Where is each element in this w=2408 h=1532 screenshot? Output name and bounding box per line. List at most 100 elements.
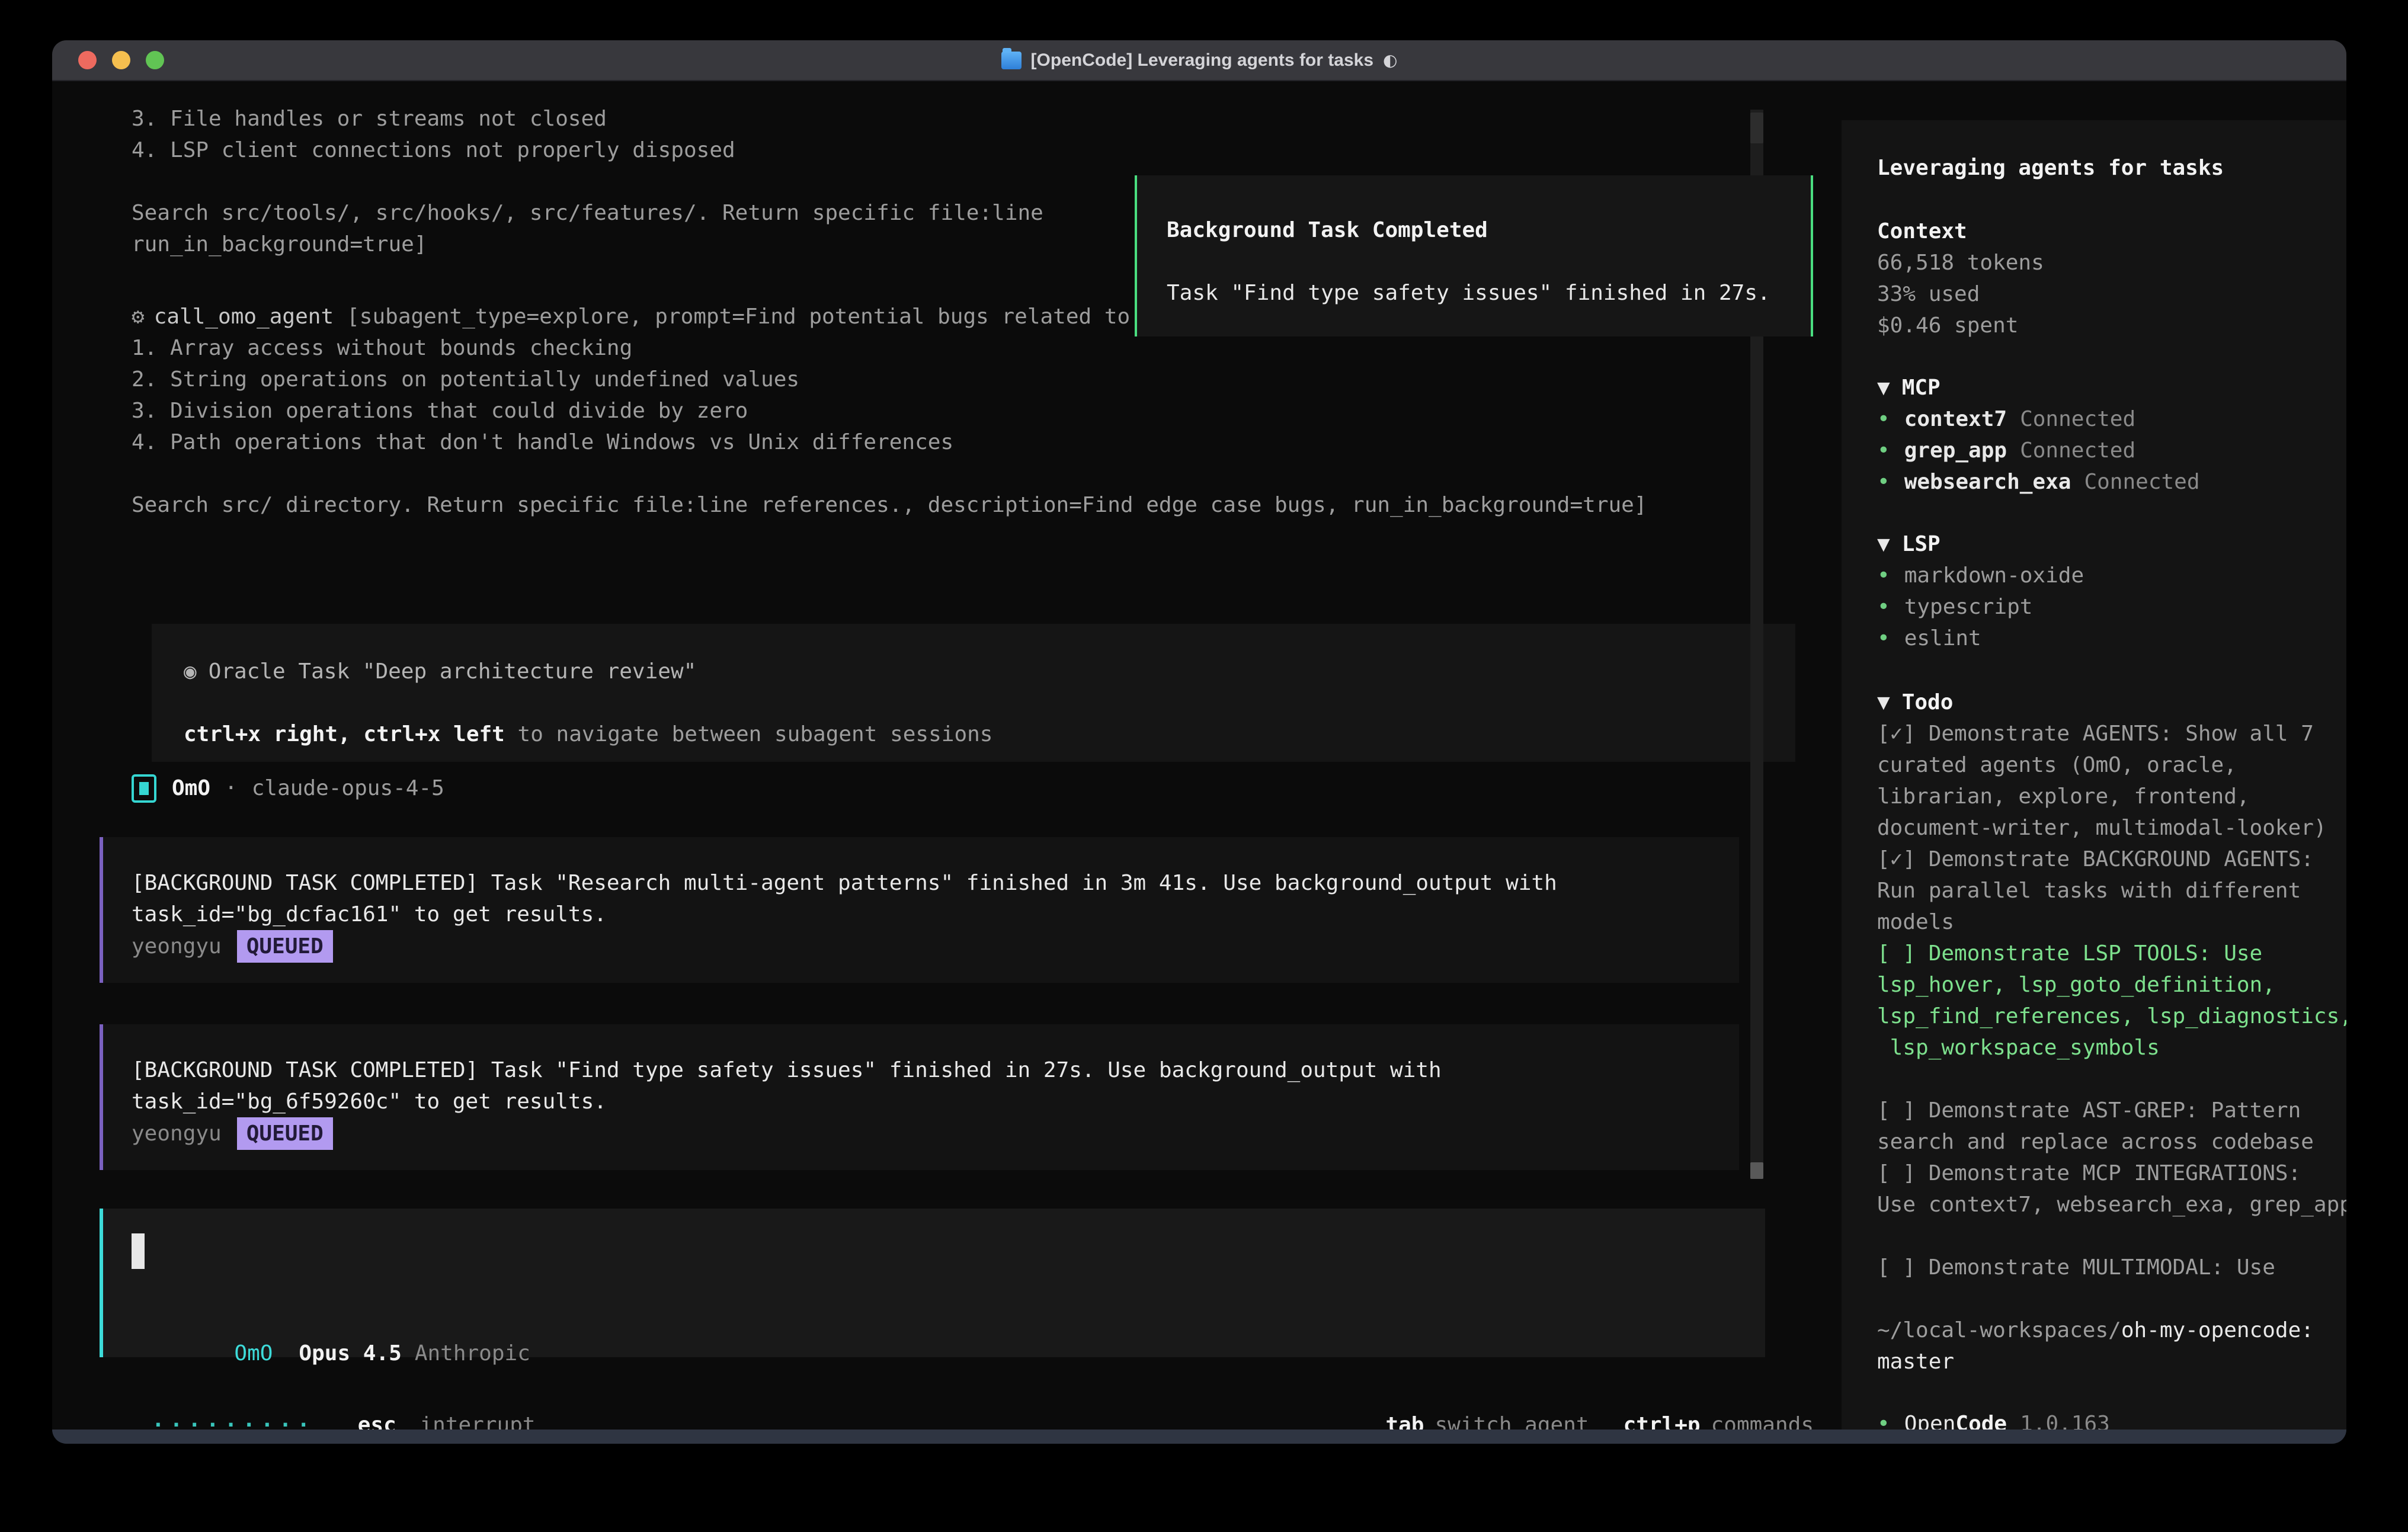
clock-icon: ◐: [1383, 50, 1397, 70]
mcp-server-status: Connected: [2084, 470, 2199, 494]
folder-icon: [1001, 52, 1022, 69]
lsp-heading: LSP: [1902, 532, 1941, 556]
context-heading: Context: [1877, 216, 2044, 247]
workspace-path: ~/local-workspaces/oh-my-opencode:: [1877, 1315, 2314, 1346]
hint-keys: ctrl+x right, ctrl+x left: [184, 722, 505, 746]
scrollback-line: 3. File handles or streams not closed: [132, 103, 1043, 134]
lsp-heading-line: ▼ LSP: [1877, 528, 2084, 560]
todo-line: models: [1877, 906, 2346, 938]
todo-line: curated agents (OmO, oracle,: [1877, 749, 2346, 781]
scrollback-tail: 3. File handles or streams not closed 4.…: [132, 103, 1043, 260]
chevron-down-icon: ▼: [1877, 376, 1890, 400]
mcp-item: • websearch_exa Connected: [1877, 466, 2200, 498]
task-user: yeongyu: [132, 1121, 222, 1146]
status-badge: QUEUED: [237, 1117, 333, 1150]
lsp-item: •typescript: [1877, 591, 2084, 623]
radio-icon: ◉: [184, 659, 197, 684]
zoom-button[interactable]: [146, 51, 164, 69]
lsp-server-name: typescript: [1904, 595, 2033, 619]
gear-icon: ⚙: [132, 305, 145, 329]
main-scrollbar-thumb[interactable]: [1750, 1162, 1763, 1179]
lsp-server-name: eslint: [1904, 626, 1981, 650]
subagent-nav-hint: ctrl+x right, ctrl+x left to navigate be…: [184, 719, 992, 750]
status-dot-icon: •: [1877, 470, 1890, 494]
window-title-text: [OpenCode] Leveraging agents for tasks: [1031, 50, 1373, 70]
terminal-window: [OpenCode] Leveraging agents for tasks ◐…: [52, 40, 2346, 1444]
prompt-input[interactable]: OmOOpus 4.5Anthropic: [100, 1209, 1765, 1357]
todo-line: [1877, 1063, 2346, 1095]
chevron-down-icon: ▼: [1877, 532, 1890, 556]
text-cursor: [132, 1233, 145, 1269]
separator-dot: ·: [225, 773, 238, 804]
mcp-heading: MCP: [1902, 376, 1941, 400]
tool-call-line: [132, 458, 1708, 489]
status-dot-icon: •: [1877, 626, 1890, 650]
scrollback-line: 4. LSP client connections not properly d…: [132, 134, 1043, 166]
workspace-repo: oh-my-opencode:: [2121, 1318, 2314, 1342]
background-task-box: [BACKGROUND TASK COMPLETED] Task "Find t…: [100, 1024, 1739, 1170]
session-title: Leveraging agents for tasks: [1877, 152, 2224, 184]
chevron-down-icon: ▼: [1877, 690, 1890, 714]
context-stat: 33% used: [1877, 278, 2044, 310]
tool-call-line: 2. String operations on potentially unde…: [132, 364, 1708, 395]
model-name: claude-opus-4-5: [252, 773, 444, 804]
notification-body: Task "Find type safety issues" finished …: [1167, 277, 1770, 309]
scrollback-line: Search src/tools/, src/hooks/, src/featu…: [132, 197, 1043, 229]
task-box-list: [BACKGROUND TASK COMPLETED] Task "Resear…: [100, 837, 1739, 1212]
close-button[interactable]: [78, 51, 97, 69]
mcp-item: •grep_appConnected: [1877, 435, 2200, 466]
todo-heading-line: ▼ Todo: [1877, 687, 2346, 718]
oracle-task-title-line: ◉ Oracle Task "Deep architecture review": [184, 656, 696, 687]
minimize-button[interactable]: [112, 51, 130, 69]
task-meta-line: yeongyu QUEUED: [132, 1117, 333, 1150]
tool-call-line: 4. Path operations that don't handle Win…: [132, 427, 1708, 458]
todo-line: librarian, explore, frontend,: [1877, 781, 2346, 812]
mcp-server-name: websearch_exa: [1904, 470, 2071, 494]
todo-line: lsp_find_references, lsp_diagnostics,: [1877, 1001, 2346, 1032]
mcp-server-status: Connected: [2020, 438, 2135, 463]
mcp-server-name: context7: [1904, 407, 2007, 431]
todo-line: Run parallel tasks with different: [1877, 875, 2346, 906]
todo-line: [✓] Demonstrate AGENTS: Show all 7: [1877, 718, 2346, 749]
todo-line: [✓] Demonstrate BACKGROUND AGENTS:: [1877, 844, 2346, 875]
task-meta-line: yeongyuQUEUED: [132, 930, 333, 963]
notification-title: Background Task Completed: [1167, 214, 1488, 246]
todo-line: [ ] Demonstrate MULTIMODAL: Use: [1877, 1252, 2346, 1283]
lsp-section: ▼LSP •markdown-oxide •typescript •eslint: [1877, 528, 2084, 654]
sidebar: Leveraging agents for tasks Context 66,5…: [1842, 120, 2346, 1444]
todo-line: Use context7, websearch_exa, grep_app: [1877, 1189, 2346, 1220]
scrollback-line: run_in_background=true]: [132, 229, 1043, 260]
agent-name: OmO: [172, 773, 210, 804]
todo-section: ▼ Todo [✓] Demonstrate AGENTS: Show all 7…: [1877, 687, 2346, 1283]
context-stat: $0.46 spent: [1877, 310, 2044, 341]
context-stat: 66,518 tokens: [1877, 247, 2044, 278]
agent-model-line: OmO · claude-opus-4-5: [132, 773, 444, 804]
traffic-lights: [78, 40, 164, 80]
notification-toast: Background Task Completed Task "Find typ…: [1135, 175, 1813, 336]
task-line-2: task_id="bg_6f59260c" to get results.: [132, 1086, 607, 1117]
task-user: yeongyu: [132, 934, 222, 959]
input-provider-name: Anthropic: [415, 1341, 530, 1366]
todo-heading: Todo: [1902, 690, 1954, 714]
task-line-2: task_id="bg_dcfac161" to get results.: [132, 899, 607, 930]
status-dot-icon: •: [1877, 563, 1890, 588]
window-title: [OpenCode] Leveraging agents for tasks ◐: [1001, 50, 1398, 70]
tool-name: call_omo_agent: [154, 305, 334, 329]
mcp-server-status: Connected: [2020, 407, 2135, 431]
workspace-path-prefix: ~/local-workspaces/: [1877, 1318, 2121, 1342]
main-scrollbar-thumb-top[interactable]: [1750, 113, 1763, 143]
task-line-1: [BACKGROUND TASK COMPLETED] Task "Find t…: [132, 1055, 1442, 1086]
todo-line: lsp_hover, lsp_goto_definition,: [1877, 969, 2346, 1001]
todo-line: lsp_workspace_symbols: [1877, 1032, 2346, 1063]
input-footer: OmOOpus 4.5Anthropic: [132, 1306, 530, 1400]
workspace-branch: master: [1877, 1346, 2314, 1377]
oracle-task-title: Oracle Task "Deep architecture review": [209, 659, 697, 684]
mcp-section: ▼ MCP • context7 Connected •grep_appConnect…: [1877, 372, 2200, 498]
mcp-heading-line: ▼ MCP: [1877, 372, 2200, 403]
title-bar: [OpenCode] Leveraging agents for tasks ◐: [52, 40, 2346, 81]
lsp-item: •markdown-oxide: [1877, 560, 2084, 591]
todo-line: [ ] Demonstrate LSP TOOLS: Use: [1877, 938, 2346, 969]
background-task-box: [BACKGROUND TASK COMPLETED] Task "Resear…: [100, 837, 1739, 983]
todo-line: search and replace across codebase: [1877, 1126, 2346, 1158]
todo-line: [ ] Demonstrate AST-GREP: Pattern: [1877, 1095, 2346, 1126]
